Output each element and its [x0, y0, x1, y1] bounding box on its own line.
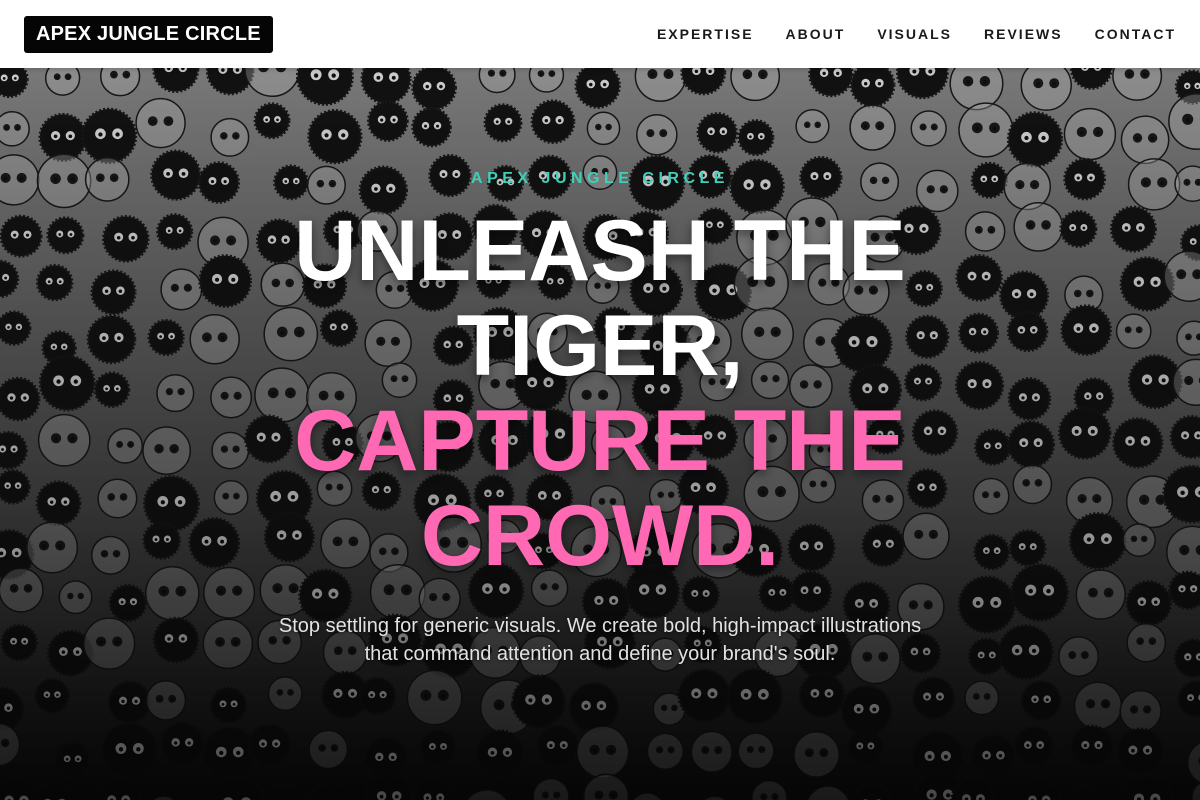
main-nav: EXPERTISE ABOUT VISUALS REVIEWS CONTACT [657, 26, 1176, 42]
top-navbar: APEX JUNGLE CIRCLE EXPERTISE ABOUT VISUA… [0, 0, 1200, 68]
nav-link-visuals[interactable]: VISUALS [877, 26, 952, 42]
headline-white-part: UNLEASH THE TIGER, [294, 203, 906, 394]
hero-section: APEX JUNGLE CIRCLE UNLEASH THE TIGER, CA… [0, 68, 1200, 800]
nav-link-reviews[interactable]: REVIEWS [984, 26, 1063, 42]
brand-logo[interactable]: APEX JUNGLE CIRCLE [24, 15, 273, 53]
hero-headline: UNLEASH THE TIGER, CAPTURE THE CROWD. [240, 204, 960, 584]
nav-link-about[interactable]: ABOUT [786, 26, 846, 42]
hero-content: APEX JUNGLE CIRCLE UNLEASH THE TIGER, CA… [0, 68, 1200, 800]
nav-link-expertise[interactable]: EXPERTISE [657, 26, 754, 42]
hero-eyebrow: APEX JUNGLE CIRCLE [471, 170, 729, 187]
headline-pink-part: CAPTURE THE CROWD. [294, 393, 906, 584]
nav-link-contact[interactable]: CONTACT [1095, 26, 1176, 42]
hero-subtext: Stop settling for generic visuals. We cr… [278, 615, 922, 665]
